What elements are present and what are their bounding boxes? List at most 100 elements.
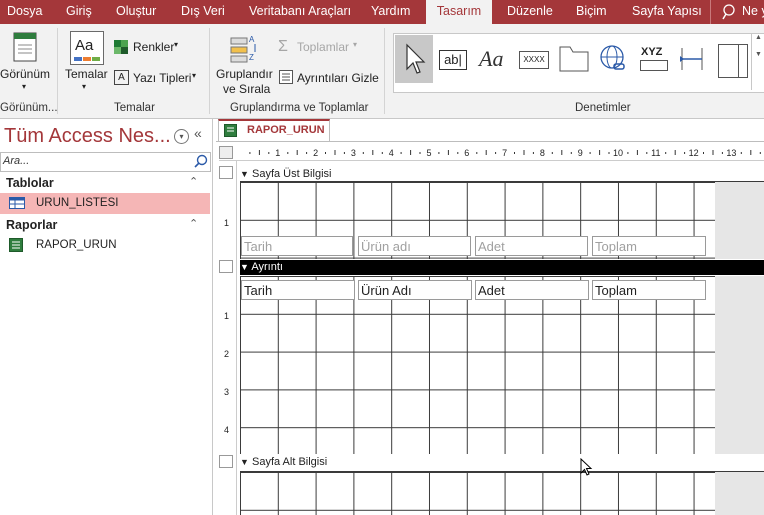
- page-footer-bar[interactable]: ▼ Sayfa Alt Bilgisi: [240, 455, 764, 470]
- nav-collapse-icon[interactable]: «: [194, 125, 202, 141]
- themes-button[interactable]: Temalar: [65, 67, 108, 81]
- detail-grid[interactable]: [240, 276, 715, 454]
- ruler-tick: [636, 150, 638, 155]
- ruler-number: 4: [389, 148, 394, 158]
- view-button[interactable]: Görünüm: [0, 67, 50, 81]
- section-selector[interactable]: [219, 166, 233, 179]
- outside-page-area: [715, 182, 764, 259]
- tab-control-button[interactable]: [559, 46, 589, 75]
- gallery-scroll[interactable]: ▲ ▼: [751, 34, 764, 90]
- ruler-number: 8: [540, 148, 545, 158]
- document-tab[interactable]: RAPOR_URUN: [218, 119, 330, 141]
- view-group-label: Görünüm...: [0, 102, 58, 114]
- nav-search-input[interactable]: Ara...: [0, 152, 211, 172]
- totals-dropdown-icon[interactable]: ▾: [353, 40, 357, 49]
- ruler-tick: [750, 150, 752, 155]
- fonts-button[interactable]: Yazı Tipleri: [133, 71, 191, 85]
- tab-database-tools[interactable]: Veritabanı Araçları: [249, 0, 351, 24]
- grouping-group-label: Gruplandırma ve Toplamlar: [230, 102, 369, 114]
- tab-arrange[interactable]: Düzenle: [507, 0, 553, 24]
- header-label-urun-adi[interactable]: Ürün adı: [358, 236, 471, 256]
- ruler-tick: [334, 150, 336, 155]
- textbox-control-button[interactable]: ab|: [439, 50, 467, 70]
- page-header-bar[interactable]: ▼ Sayfa Üst Bilgisi: [240, 167, 764, 182]
- ruler-tick: [599, 150, 601, 155]
- header-label-adet[interactable]: Adet: [475, 236, 588, 256]
- detail-field-urun-adi[interactable]: Ürün Adı: [358, 280, 472, 300]
- outside-page-area: [715, 276, 764, 454]
- section-arrow-icon: ▼: [240, 262, 249, 272]
- themes-dropdown-icon[interactable]: ▾: [82, 82, 86, 91]
- label-control-button[interactable]: Aa: [479, 46, 503, 72]
- colors-dropdown-icon[interactable]: ▾: [174, 40, 178, 49]
- detail-field-tarih[interactable]: Tarih: [241, 280, 355, 300]
- tab-create[interactable]: Oluştur: [116, 0, 156, 24]
- detail-field-toplam[interactable]: Toplam: [592, 280, 706, 300]
- ruler-tick: [362, 152, 364, 154]
- search-icon[interactable]: [194, 154, 208, 171]
- totals-button[interactable]: Toplamlar: [297, 40, 349, 54]
- nav-menu-icon[interactable]: ▾: [174, 129, 189, 144]
- chevron-up-icon[interactable]: ⌃: [189, 175, 198, 188]
- detail-bar[interactable]: ▼ Ayrıntı: [240, 260, 764, 275]
- lightbulb-icon: [722, 4, 736, 23]
- ribbon: Görünüm ▾ Görünüm... Aa Temalar ▾ Renkle…: [0, 24, 764, 119]
- vertical-ruler-number: 4: [224, 425, 230, 435]
- web-browser-control-button[interactable]: XYZ: [638, 46, 668, 71]
- ruler-tick: [438, 152, 440, 154]
- page-footer-grid[interactable]: [240, 472, 715, 515]
- header-label-tarih[interactable]: Tarih: [241, 236, 353, 256]
- header-label-toplam[interactable]: Toplam: [592, 236, 706, 256]
- ruler-tick: [532, 152, 534, 154]
- hide-details-button[interactable]: Ayrıntıları Gizle: [297, 71, 379, 85]
- report-icon: [9, 238, 23, 255]
- tab-file[interactable]: Dosya: [7, 0, 42, 24]
- navigation-pane: Tüm Access Nes... ▾ « Ara... Tablolar ⌃ …: [0, 119, 213, 515]
- tab-design[interactable]: Tasarım: [426, 0, 492, 24]
- fonts-dropdown-icon[interactable]: ▾: [192, 71, 196, 80]
- group-sort-button-line2[interactable]: ve Sırala: [223, 82, 270, 96]
- nav-item-urun-listesi[interactable]: URUN_LISTESI: [0, 193, 210, 214]
- report-icon: [224, 124, 237, 140]
- tab-control-icon: [559, 46, 589, 72]
- vertical-ruler-number: 2: [224, 349, 230, 359]
- tab-divider: [710, 0, 711, 24]
- group-sort-button[interactable]: Gruplandır: [216, 67, 273, 81]
- tab-page-setup[interactable]: Sayfa Yapısı: [632, 0, 702, 24]
- ruler-tick: [570, 152, 572, 154]
- page-header-label: Sayfa Üst Bilgisi: [251, 168, 332, 180]
- tell-me-search[interactable]: Ne y: [742, 0, 764, 24]
- themes-icon: Aa: [70, 31, 104, 65]
- button-control-button[interactable]: XXXX: [519, 51, 549, 69]
- colors-button[interactable]: Renkler: [133, 40, 174, 54]
- ruler-tick: [712, 150, 714, 155]
- nav-section-reports[interactable]: Raporlar: [6, 218, 57, 232]
- horizontal-ruler: 1 2 3 4 5 6 7 8 9 10 11 12 13: [219, 145, 764, 161]
- sigma-icon: Σ: [278, 38, 288, 55]
- vertical-ruler-number: 3: [224, 387, 230, 397]
- page-break-control-button[interactable]: [678, 46, 706, 75]
- ruler-tick: [457, 152, 459, 154]
- select-control-button[interactable]: [395, 35, 433, 83]
- section-selector[interactable]: [219, 455, 233, 468]
- nav-section-tables[interactable]: Tablolar: [6, 176, 54, 190]
- group-separator: [384, 28, 385, 114]
- section-selector[interactable]: [219, 260, 233, 273]
- view-dropdown-icon[interactable]: ▾: [22, 82, 26, 91]
- tab-format[interactable]: Biçim: [576, 0, 607, 24]
- ruler-tick: [372, 150, 374, 155]
- nav-item-rapor-urun[interactable]: RAPOR_URUN: [0, 235, 210, 256]
- tab-external-data[interactable]: Dış Veri: [181, 0, 225, 24]
- chevron-up-icon[interactable]: ⌃: [189, 217, 198, 230]
- hyperlink-control-button[interactable]: [598, 44, 628, 77]
- combo-box-control-button[interactable]: [718, 44, 748, 78]
- ruler-tick: [485, 150, 487, 155]
- tab-home[interactable]: Giriş: [66, 0, 92, 24]
- tab-help[interactable]: Yardım: [371, 0, 410, 24]
- detail-field-adet[interactable]: Adet: [475, 280, 589, 300]
- group-separator: [57, 28, 58, 114]
- document-tab-label: RAPOR_URUN: [247, 124, 325, 136]
- ruler-tick: [721, 152, 723, 154]
- ruler-tick: [325, 152, 326, 154]
- nav-pane-title[interactable]: Tüm Access Nes...: [4, 125, 171, 148]
